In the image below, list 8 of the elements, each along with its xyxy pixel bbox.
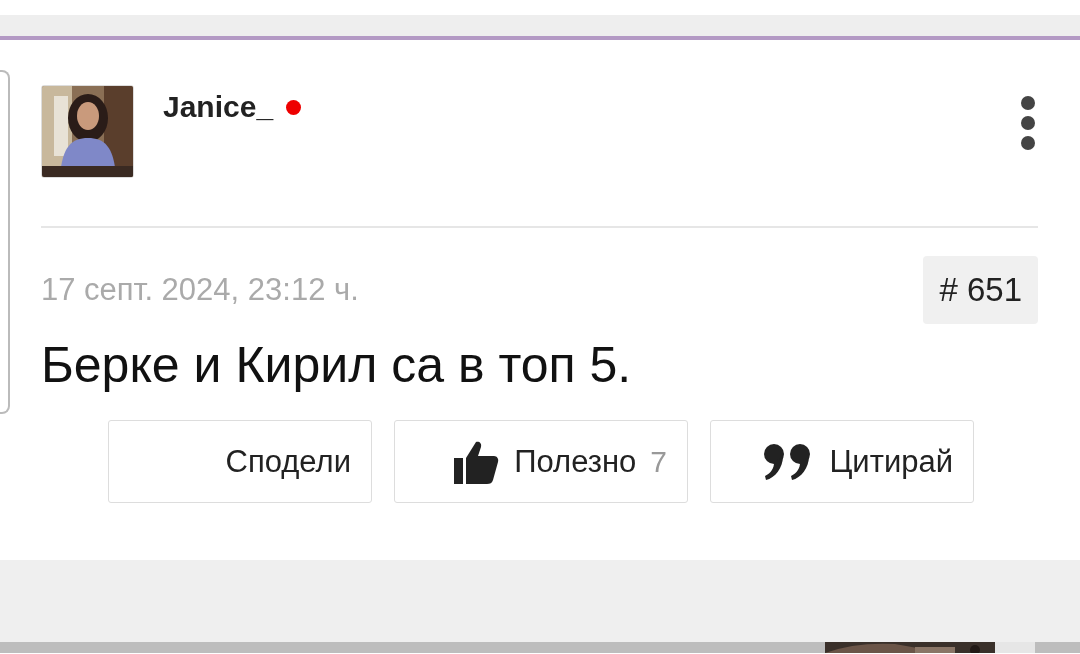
- post-text: Берке и Кирил са в топ 5.: [41, 336, 633, 394]
- username[interactable]: Janice_: [163, 90, 274, 124]
- share-button[interactable]: Сподели: [108, 420, 372, 503]
- post-date: 17 септ. 2024, 23:12 ч.: [41, 272, 359, 308]
- post-number[interactable]: # 651: [923, 256, 1038, 324]
- like-button[interactable]: Полезно 7: [394, 420, 688, 503]
- more-options-icon[interactable]: [1020, 96, 1036, 150]
- quote-button[interactable]: Цитирай: [710, 420, 974, 503]
